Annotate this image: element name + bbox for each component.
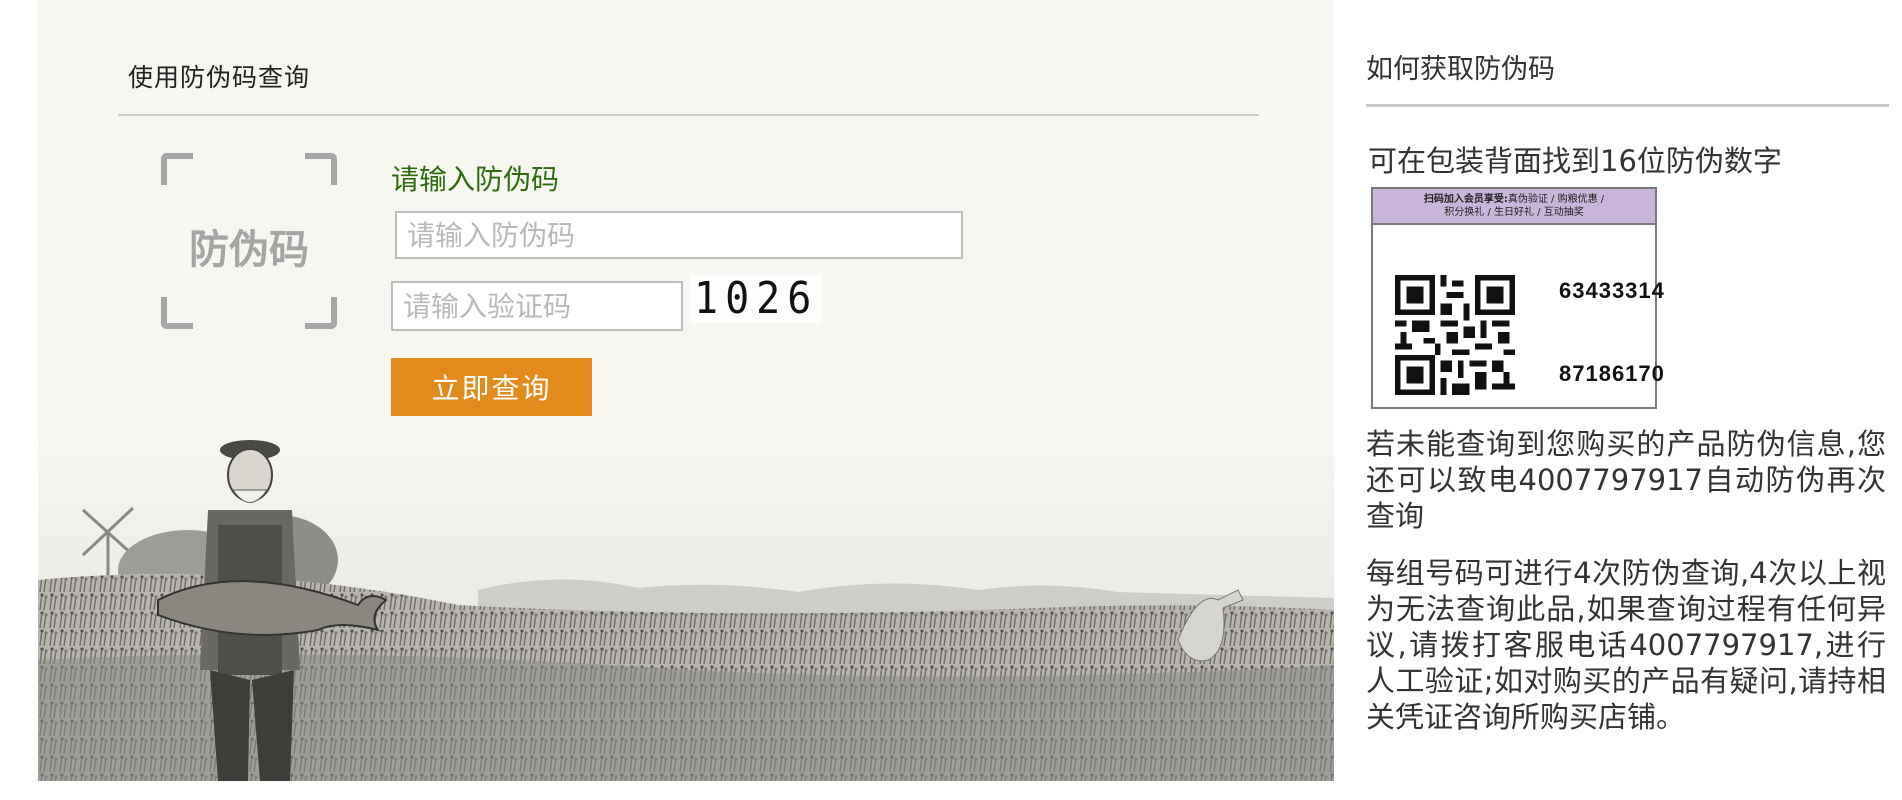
example-label-image: 扫码加入会员享受:真伪验证 / 购粮优惠 / 积分换礼 / 生日好礼 / 互动抽… bbox=[1371, 187, 1664, 409]
serial-number-line-1: 63433314 bbox=[1559, 278, 1665, 303]
query-rules-paragraph: 每组号码可进行4次防伪查询,4次以上视为无法查询此品,如果查询过程有任何异议,请… bbox=[1366, 556, 1886, 734]
serial-number-line-2: 87186170 bbox=[1559, 361, 1665, 386]
query-panel: 使用防伪码查询 防伪码 请输入防伪码 1026 立即查询 bbox=[38, 0, 1334, 781]
badge-label: 防伪码 bbox=[189, 227, 309, 273]
help-title: 如何获取防伪码 bbox=[1366, 54, 1555, 85]
title-divider bbox=[118, 114, 1259, 116]
captcha-image[interactable]: 1026 bbox=[690, 275, 823, 323]
captcha-input[interactable] bbox=[391, 281, 683, 331]
help-title-divider bbox=[1366, 104, 1889, 107]
query-button[interactable]: 立即查询 bbox=[391, 358, 592, 416]
code-location-text: 可在包装背面找到16位防伪数字 bbox=[1368, 144, 1782, 178]
qr-code-icon bbox=[1395, 275, 1515, 395]
section-title: 使用防伪码查询 bbox=[128, 63, 311, 92]
farm-scene-illustration bbox=[38, 430, 1334, 781]
hotline-paragraph: 若未能查询到您购买的产品防伪信息,您还可以致电4007797917自动防伪再次查… bbox=[1366, 427, 1886, 533]
anti-fake-code-input[interactable] bbox=[395, 211, 963, 259]
code-field-label: 请输入防伪码 bbox=[391, 163, 560, 196]
scan-frame-icon: 防伪码 bbox=[161, 153, 337, 329]
label-header: 扫码加入会员享受:真伪验证 / 购粮优惠 / 积分换礼 / 生日好礼 / 互动抽… bbox=[1373, 189, 1655, 225]
